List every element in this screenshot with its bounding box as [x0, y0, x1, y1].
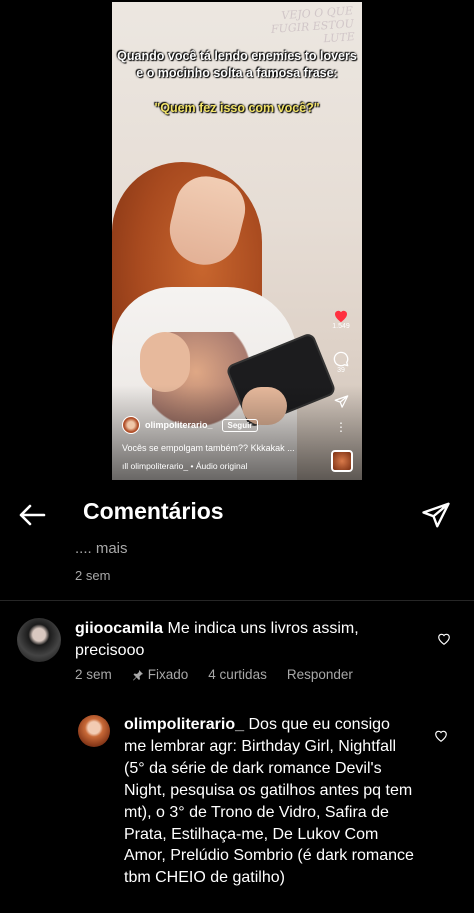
follow-button[interactable]: Seguir: [221, 418, 259, 432]
comments-header: Comentários: [0, 495, 474, 535]
page-title: Comentários: [83, 498, 224, 524]
comment-like-button[interactable]: [437, 632, 451, 646]
reel-author[interactable]: olimpoliterario_ Seguir: [122, 416, 259, 434]
wall-graffiti: VEJO O QUE FUGIR ESTOU LUTE: [270, 4, 356, 46]
pinned-badge: Fixado: [132, 667, 188, 682]
reply-button[interactable]: Responder: [287, 667, 353, 682]
heart-icon: [335, 310, 347, 323]
avatar[interactable]: [17, 618, 61, 662]
reply-like-button[interactable]: [434, 729, 448, 743]
reel-comment-button[interactable]: 39: [330, 351, 352, 374]
reply-text: olimpoliterario_ Dos que eu consigo me l…: [124, 714, 414, 889]
comment-count: 39: [337, 367, 345, 374]
like-count: 1.549: [332, 323, 350, 330]
reply-username[interactable]: olimpoliterario_: [124, 716, 244, 733]
reel-preview[interactable]: VEJO O QUE FUGIR ESTOU LUTE Quando você …: [112, 2, 362, 480]
thumbs-up-hand: [140, 332, 190, 392]
share-button[interactable]: [421, 500, 451, 530]
reel-share-button[interactable]: [330, 394, 352, 409]
reel-more-icon[interactable]: ⋮: [330, 420, 352, 434]
reel-author-avatar[interactable]: [122, 416, 140, 434]
back-button[interactable]: [16, 499, 48, 531]
comment-icon: [333, 351, 349, 367]
caption-age: 2 sem: [75, 568, 111, 583]
audio-bars-icon: ıll: [122, 461, 131, 471]
more-link[interactable]: .... mais: [75, 540, 128, 557]
heart-outline-icon: [435, 730, 447, 742]
avatar[interactable]: [78, 715, 110, 747]
reel-quote: "Quem fez isso com você?": [154, 101, 320, 115]
reel-description[interactable]: Vocês se empolgam também?? Kkkakak ...: [122, 443, 295, 453]
comment-likes[interactable]: 4 curtidas: [208, 667, 267, 682]
comment-meta: 2 sem Fixado 4 curtidas Responder: [75, 667, 353, 682]
reel-audio-label[interactable]: ıll olimpoliterario_ • Áudio original: [122, 461, 247, 471]
comment-text: giioocamila Me indica uns livros assim, …: [75, 618, 415, 662]
reply-body: Dos que eu consigo me lembrar agr: Birth…: [124, 716, 414, 887]
send-icon: [334, 395, 348, 408]
send-icon: [422, 502, 450, 528]
reel-caption-line2: e o mocinho solta a famosa frase:: [136, 66, 338, 80]
audio-thumbnail[interactable]: [331, 450, 353, 472]
comment-age: 2 sem: [75, 667, 112, 682]
divider: [0, 600, 474, 601]
reel-like-button[interactable]: 1.549: [330, 308, 352, 330]
back-arrow-icon: [19, 504, 46, 526]
reel-caption-line1: Quando você tá lendo enemies to lovers: [117, 49, 357, 63]
reel-caption: Quando você tá lendo enemies to lovers e…: [112, 48, 362, 82]
reel-author-username[interactable]: olimpoliterario_: [145, 420, 213, 430]
comment-username[interactable]: giioocamila: [75, 620, 163, 637]
pin-icon: [132, 669, 143, 680]
heart-outline-icon: [438, 633, 450, 645]
